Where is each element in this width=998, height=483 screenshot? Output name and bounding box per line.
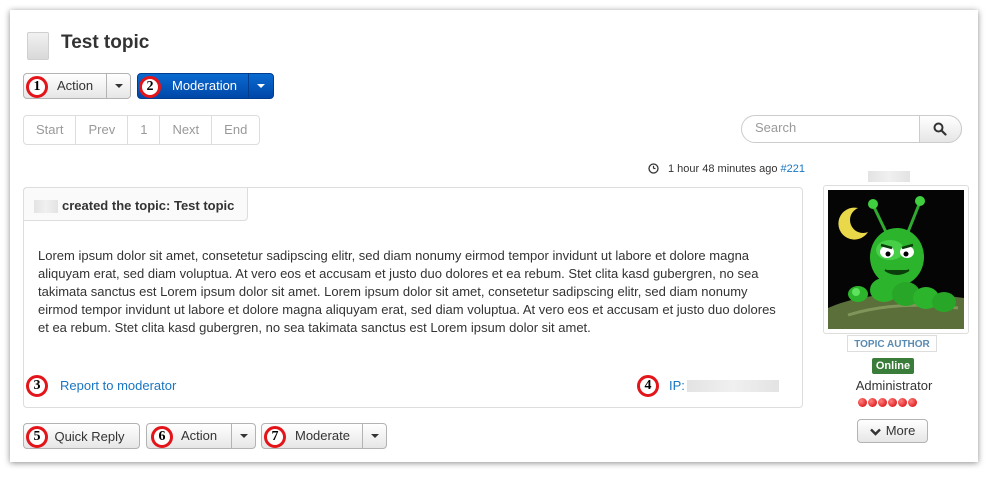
redacted-ip-address <box>687 380 779 392</box>
pagination: Start Prev 1 Next End <box>23 115 261 145</box>
more-button[interactable]: More <box>857 419 928 443</box>
search-button[interactable] <box>919 115 962 143</box>
redacted-username <box>34 200 58 213</box>
moderate-label: Moderate <box>295 428 350 443</box>
topic-author-badge: TOPIC AUTHOR <box>847 335 937 352</box>
chevron-down-icon <box>371 434 379 438</box>
chevron-down-icon <box>869 428 881 436</box>
post-header-text: created the topic: Test topic <box>62 198 235 213</box>
marker-4: 4 <box>637 375 659 397</box>
more-button-label: More <box>885 423 916 438</box>
clock-icon <box>648 163 659 174</box>
marker-5: 5 <box>26 426 48 448</box>
rank-dot-icon <box>898 398 907 407</box>
rank-dot-icon <box>908 398 917 407</box>
marker-2: 2 <box>139 76 161 98</box>
rank-dot-icon <box>858 398 867 407</box>
action-button-label: Action <box>57 78 94 93</box>
chevron-down-icon <box>115 84 123 88</box>
pagination-next[interactable]: Next <box>160 116 213 144</box>
search-icon <box>933 122 947 136</box>
pagination-page-1[interactable]: 1 <box>128 116 161 144</box>
rank-dot-icon <box>888 398 897 407</box>
marker-1: 1 <box>26 76 48 98</box>
quick-reply-label: Quick Reply <box>54 429 125 444</box>
report-to-moderator-link[interactable]: Report to moderator <box>60 378 176 393</box>
rank-stars <box>858 398 917 407</box>
post-permalink[interactable]: #221 <box>781 163 805 175</box>
author-rank: Administrator <box>855 378 933 393</box>
chevron-down-icon <box>257 84 265 88</box>
post-body: Lorem ipsum dolor sit amet, consetetur s… <box>38 248 776 335</box>
post-action-caret-button[interactable] <box>231 424 256 448</box>
moderate-caret-button[interactable] <box>362 424 387 448</box>
action-caret-button[interactable] <box>106 74 131 98</box>
avatar[interactable] <box>828 190 964 329</box>
rank-dot-icon <box>878 398 887 407</box>
caterpillar-avatar-image <box>828 190 964 329</box>
post-action-label: Action <box>181 428 218 443</box>
pagination-prev[interactable]: Prev <box>76 116 129 144</box>
ip-label: IP: <box>669 378 685 393</box>
search-placeholder: Search <box>755 120 797 135</box>
post-meta: 1 hour 48 minutes ago #221 <box>668 163 805 175</box>
chevron-down-icon <box>240 434 248 438</box>
marker-3: 3 <box>26 375 48 397</box>
redacted-author-name <box>868 171 910 182</box>
rank-dot-icon <box>868 398 877 407</box>
forum-topic-frame: Test topic Action Moderation Start Prev … <box>10 10 978 462</box>
page-title: Test topic <box>61 32 150 53</box>
online-status-badge: Online <box>872 358 914 374</box>
moderation-button-label: Moderation <box>172 78 238 93</box>
pagination-start[interactable]: Start <box>24 116 77 144</box>
marker-6: 6 <box>151 426 173 448</box>
moderation-caret-button[interactable] <box>248 74 274 98</box>
marker-7: 7 <box>264 426 286 448</box>
document-icon <box>27 32 49 60</box>
pagination-end[interactable]: End <box>212 116 259 144</box>
post-time: 1 hour 48 minutes ago <box>668 163 778 175</box>
